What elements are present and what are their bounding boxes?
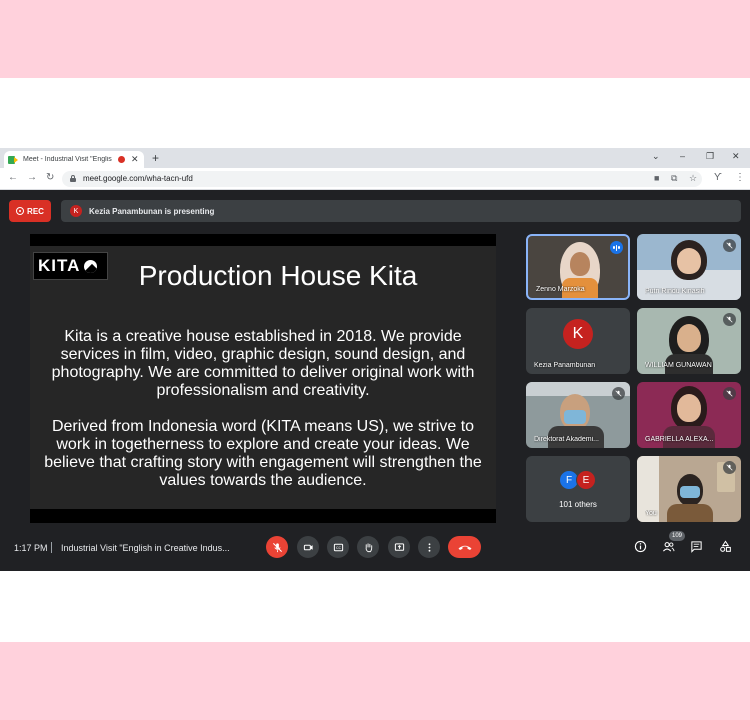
others-tile[interactable]: F E 101 others: [526, 456, 630, 522]
participant-name: Kezia Panambunan: [534, 362, 596, 369]
browser-window: Meet - Industrial Visit "Englis ✕ + ⌄ – …: [0, 148, 750, 571]
presenting-banner: K Kezia Panambunan is presenting: [61, 200, 741, 222]
participant-avatar: E: [576, 470, 596, 490]
presentation-slide: KITA Production House Kita Kita is a cre…: [30, 234, 496, 523]
slide-paragraph-1: Kita is a creative house established in …: [51, 328, 475, 399]
participant-avatar: K: [563, 319, 593, 349]
captions-icon: CC: [333, 543, 343, 551]
mic-off-icon: [723, 387, 736, 400]
close-window-icon[interactable]: ✕: [732, 151, 740, 162]
more-vert-icon: [428, 542, 430, 552]
present-screen-button[interactable]: [388, 536, 410, 558]
browser-toolbar: ← → ↻ meet.google.com/wha-tacn-ufd ■ ⧉ ☆…: [0, 168, 750, 190]
tab-meet[interactable]: Meet - Industrial Visit "Englis ✕: [4, 151, 144, 168]
divider: [51, 542, 52, 553]
hang-up-icon: [458, 545, 471, 550]
camera-icon: [303, 544, 313, 550]
chat-button[interactable]: [690, 540, 703, 558]
participant-tile[interactable]: You: [637, 456, 741, 522]
mic-off-icon: [612, 387, 625, 400]
others-avatars: F E: [559, 470, 596, 490]
lock-icon[interactable]: [70, 175, 76, 182]
leave-call-button[interactable]: [448, 536, 481, 558]
others-count: 101 others: [559, 500, 597, 509]
mic-off-icon: [272, 542, 282, 552]
tab-search-icon[interactable]: ⌄: [652, 151, 660, 162]
participant-name: Zenno Marzoka: [536, 286, 585, 293]
presenter-avatar: K: [70, 205, 82, 217]
minimize-icon[interactable]: –: [680, 151, 685, 161]
reload-icon[interactable]: ↻: [46, 172, 54, 183]
chat-icon: [691, 541, 702, 553]
tab-title: Meet - Industrial Visit "Englis: [23, 156, 112, 163]
new-tab-icon[interactable]: +: [152, 151, 159, 165]
extension-icon[interactable]: ϒ: [714, 172, 722, 183]
raise-hand-button[interactable]: [357, 536, 379, 558]
address-bar[interactable]: meet.google.com/wha-tacn-ufd ■ ⧉ ☆: [62, 171, 702, 187]
participant-tile[interactable]: Direktorat Akademi...: [526, 382, 630, 448]
close-tab-icon[interactable]: ✕: [131, 154, 139, 165]
people-icon: [663, 542, 675, 552]
camera-in-use-icon[interactable]: ■: [654, 173, 659, 183]
svg-text:CC: CC: [335, 546, 341, 550]
browser-menu-icon[interactable]: ⋮: [735, 172, 745, 183]
maximize-icon[interactable]: ❐: [706, 151, 714, 162]
bookmark-star-icon[interactable]: ☆: [689, 173, 697, 184]
forward-icon[interactable]: →: [27, 172, 37, 183]
presenting-text: Kezia Panambunan is presenting: [89, 206, 215, 216]
mic-toggle-button[interactable]: [266, 536, 288, 558]
mic-off-icon: [723, 461, 736, 474]
back-icon[interactable]: ←: [8, 172, 18, 183]
participant-tile[interactable]: Putri Rindu Kinasih: [637, 234, 741, 300]
captions-button[interactable]: CC: [327, 536, 349, 558]
bottom-pink-band: [0, 642, 750, 720]
participant-name: You: [645, 510, 657, 517]
slide-title: Production House Kita: [138, 260, 418, 291]
tab-strip: Meet - Industrial Visit "Englis ✕ + ⌄ – …: [0, 148, 750, 168]
more-options-button[interactable]: [418, 536, 440, 558]
recording-indicator-icon: [118, 156, 125, 163]
url-text: meet.google.com/wha-tacn-ufd: [83, 174, 193, 183]
camera-toggle-button[interactable]: [297, 536, 319, 558]
slide-paragraph-2: Derived from Indonesia word (KITA means …: [44, 418, 482, 489]
speaking-indicator-icon: [610, 241, 623, 254]
mic-off-icon: [723, 313, 736, 326]
participant-tile[interactable]: GABRIELLA ALEXA...: [637, 382, 741, 448]
meeting-title: Industrial Visit "English in Creative In…: [61, 543, 230, 553]
present-icon: [394, 542, 404, 551]
recording-button[interactable]: REC: [9, 200, 51, 222]
share-icon[interactable]: ⧉: [671, 173, 677, 184]
hand-icon: [365, 542, 372, 552]
mic-off-icon: [723, 239, 736, 252]
participant-tile[interactable]: K Kezia Panambunan: [526, 308, 630, 374]
info-icon: [634, 540, 647, 553]
record-icon: [16, 207, 25, 215]
participant-name: WILLIAM GUNAWAN: [645, 362, 712, 369]
participant-name: Putri Rindu Kinasih: [645, 288, 705, 295]
activities-button[interactable]: [719, 540, 732, 558]
meet-favicon-icon: [8, 155, 18, 164]
meeting-details-button[interactable]: [634, 540, 647, 558]
participant-tile[interactable]: Zenno Marzoka: [526, 234, 630, 300]
participant-name: Direktorat Akademi...: [534, 436, 599, 443]
activities-icon: [720, 540, 731, 552]
participant-tile[interactable]: WILLIAM GUNAWAN: [637, 308, 741, 374]
rec-label: REC: [27, 206, 44, 216]
participant-name: GABRIELLA ALEXA...: [645, 436, 714, 443]
meeting-time: 1:17 PM: [14, 543, 48, 553]
people-button[interactable]: [662, 540, 675, 558]
top-pink-band: [0, 0, 750, 78]
